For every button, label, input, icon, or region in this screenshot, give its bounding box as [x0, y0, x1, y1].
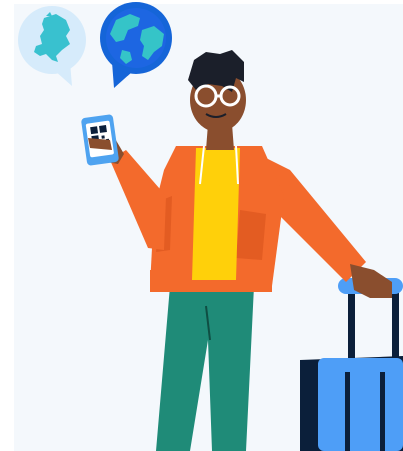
pants	[156, 286, 254, 451]
right-arm	[262, 156, 392, 298]
illustration-canvas	[0, 0, 403, 451]
netherlands-map-bubble-icon	[18, 6, 86, 86]
suitcase	[300, 278, 403, 451]
phone	[81, 114, 119, 166]
traveler-illustration	[18, 2, 403, 451]
shirt	[192, 148, 240, 280]
head	[188, 50, 246, 132]
globe-bubble-icon	[100, 2, 172, 88]
